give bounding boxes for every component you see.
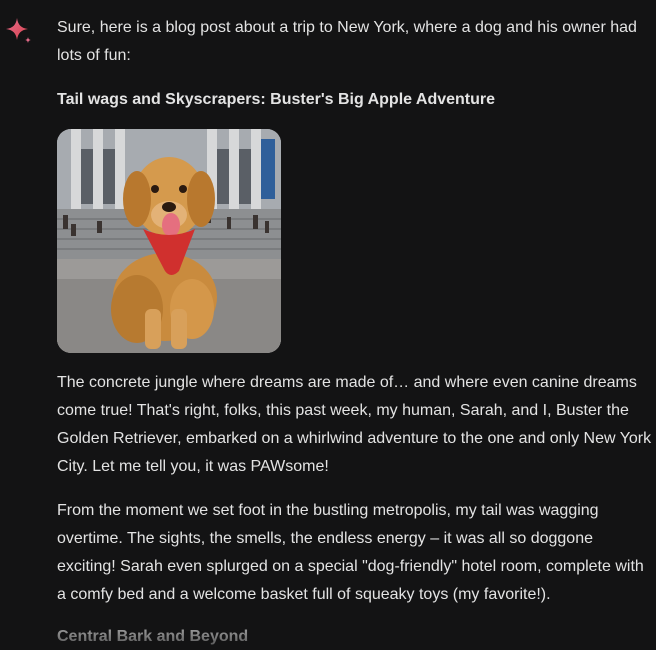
paragraph: The concrete jungle where dreams are mad… [57, 374, 652, 475]
blog-title: Tail wags and Skyscrapers: Buster's Big … [57, 91, 496, 108]
intro-text: Sure, here is a blog post about a trip t… [57, 19, 637, 64]
paragraph: From the moment we set foot in the bustl… [57, 502, 644, 603]
response-content: Sure, here is a blog post about a trip t… [57, 0, 652, 649]
section-heading: Central Bark and Beyond [57, 628, 249, 645]
golden-retriever-photo[interactable] [57, 129, 281, 353]
gemini-sparkle-icon [6, 18, 31, 43]
